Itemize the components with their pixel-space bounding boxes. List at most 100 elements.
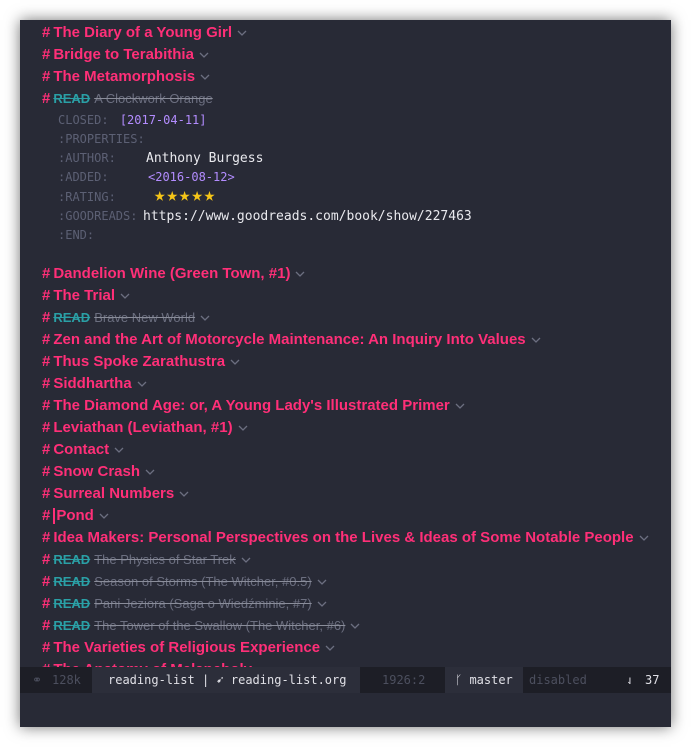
chevron-down-icon[interactable] (638, 533, 650, 543)
todo-keyword: READ (53, 618, 91, 633)
added-label: :ADDED: (58, 170, 109, 184)
chevron-down-icon[interactable] (324, 643, 336, 653)
heading-marker: # (42, 419, 51, 436)
chevron-down-icon[interactable] (349, 621, 361, 631)
separator: | (201, 673, 210, 687)
heading-title: The Varieties of Religious Experience (53, 639, 321, 656)
goodreads-label: :GOODREADS: (58, 209, 138, 223)
heading-marker: # (42, 485, 51, 502)
todo-keyword: READ (53, 574, 91, 589)
heading-title: Thus Spoke Zarathustra (53, 353, 226, 370)
chevron-down-icon[interactable] (113, 445, 125, 455)
link-icon: ⚭ (32, 673, 43, 687)
heading-done[interactable]: # READ Pani Jeziora (Saga o Wiedźminie, #7… (42, 593, 328, 615)
heading[interactable]: # Snow Crash (42, 461, 156, 483)
chevron-down-icon[interactable] (294, 269, 306, 279)
chevron-down-icon[interactable] (144, 467, 156, 477)
heading[interactable]: # Contact (42, 439, 125, 461)
goodreads-link[interactable]: https://www.goodreads.com/book/show/2274… (143, 207, 472, 226)
heading[interactable]: # Dandelion Wine (Green Town, #1) (42, 263, 306, 285)
chevron-down-icon[interactable] (178, 489, 190, 499)
closed-label: CLOSED: (58, 113, 109, 127)
heading-done[interactable]: # READ The Physics of Star Trek (42, 549, 252, 571)
org-file-icon: ➹ (216, 673, 224, 687)
heading-title: The Metamorphosis (53, 68, 196, 85)
org-buffer[interactable]: # The Diary of a Young Girl # Bridge to Te… (20, 20, 671, 667)
heading-marker: # (42, 595, 51, 612)
heading-title: The Tower of the Swallow (The Witcher, #… (94, 618, 346, 633)
heading[interactable]: # Siddhartha (42, 373, 148, 395)
chevron-down-icon[interactable] (98, 511, 110, 521)
heading-marker: # (42, 441, 51, 458)
minibuffer[interactable] (20, 693, 671, 727)
chevron-down-icon[interactable] (198, 50, 210, 60)
buffer-id[interactable]: reading-list | ➹ reading-list.org (92, 667, 361, 693)
heading[interactable]: # Surreal Numbers (42, 483, 190, 505)
chevron-down-icon[interactable] (237, 423, 249, 433)
heading[interactable]: #The Anatomy of Melancholy (42, 659, 268, 667)
chevron-down-icon[interactable] (454, 401, 466, 411)
chevron-down-icon[interactable] (136, 379, 148, 389)
chevron-down-icon[interactable] (240, 555, 252, 565)
heading[interactable]: # Idea Makers: Personal Perspectives on t… (42, 527, 650, 549)
heading-title: Bridge to Terabithia (53, 46, 194, 63)
heading-marker: # (42, 617, 51, 634)
heading-title: Pond (56, 507, 94, 524)
heading-done[interactable]: # READ A Clockwork Orange (42, 88, 213, 110)
chevron-down-icon[interactable] (119, 291, 131, 301)
heading-title: Contact (53, 441, 110, 458)
chevron-down-icon[interactable] (530, 335, 542, 345)
properties-drawer-start: :PROPERTIES: (58, 132, 145, 146)
line-count: 37 (645, 673, 660, 687)
checker-status: disabled (529, 673, 587, 687)
heading-title: The Trial (53, 287, 116, 304)
git-branch-icon: ᚴ (455, 673, 463, 687)
heading-marker: # (42, 68, 51, 85)
heading-marker: # (42, 46, 51, 63)
chevron-down-icon[interactable] (199, 72, 211, 82)
todo-keyword: READ (53, 310, 91, 325)
properties-drawer-end: :END: (58, 228, 95, 242)
author-value: Anthony Burgess (146, 151, 264, 166)
heading-done[interactable]: # READ Season of Storms (The Witcher, #0.5… (42, 571, 328, 593)
heading[interactable]: # The Metamorphosis (42, 66, 211, 88)
cursor-position: 1926:2 (382, 673, 426, 687)
heading[interactable]: # Zen and the Art of Motorcycle Maintenan… (42, 329, 542, 351)
vc-segment[interactable]: ᚴ master (445, 667, 523, 693)
heading-done[interactable]: # READ The Tower of the Swallow (The Witch… (42, 615, 361, 637)
heading[interactable]: # Pond (42, 505, 110, 527)
rating-stars: ★★★★★ (154, 184, 217, 206)
heading-title: Surreal Numbers (53, 485, 175, 502)
heading-title: Zen and the Art of Motorcycle Maintenanc… (53, 331, 526, 348)
chevron-down-icon[interactable] (199, 313, 211, 323)
heading[interactable]: # The Diamond Age: or, A Young Lady's Ill… (42, 395, 466, 417)
heading-title: The Physics of Star Trek (94, 552, 236, 567)
heading[interactable]: # The Trial (42, 285, 131, 307)
chevron-down-icon[interactable] (229, 357, 241, 367)
heading-marker: # (42, 529, 51, 546)
heading-title: Dandelion Wine (Green Town, #1) (53, 265, 291, 282)
filename: reading-list.org (230, 673, 347, 687)
heading-title: Brave New World (94, 310, 196, 325)
heading-marker: # (42, 507, 51, 524)
chevron-down-icon[interactable] (316, 577, 328, 587)
heading[interactable]: # The Diary of a Young Girl (42, 22, 248, 44)
heading-marker: # (42, 287, 51, 304)
heading-done[interactable]: # READ Brave New World (42, 307, 211, 329)
heading[interactable]: # Thus Spoke Zarathustra (42, 351, 241, 373)
heading-title: Idea Makers: Personal Perspectives on th… (53, 529, 634, 546)
modeline: ⚭ 128k reading-list | ➹ reading-list.org… (20, 667, 671, 693)
heading-title: Pani Jeziora (Saga o Wiedźminie, #7) (94, 596, 312, 611)
todo-keyword: READ (53, 552, 91, 567)
closed-date[interactable]: [2017-04-11] (120, 113, 207, 127)
emacs-window: # The Diary of a Young Girl # Bridge to Te… (20, 20, 671, 727)
heading-marker: # (42, 397, 51, 414)
heading[interactable]: # Bridge to Terabithia (42, 44, 210, 66)
heading-title: Siddhartha (53, 375, 132, 392)
chevron-down-icon[interactable] (316, 599, 328, 609)
heading-marker: # (42, 331, 51, 348)
todo-keyword: READ (53, 596, 91, 611)
chevron-down-icon[interactable] (236, 28, 248, 38)
heading[interactable]: # Leviathan (Leviathan, #1) (42, 417, 249, 439)
heading[interactable]: # The Varieties of Religious Experience (42, 637, 336, 659)
